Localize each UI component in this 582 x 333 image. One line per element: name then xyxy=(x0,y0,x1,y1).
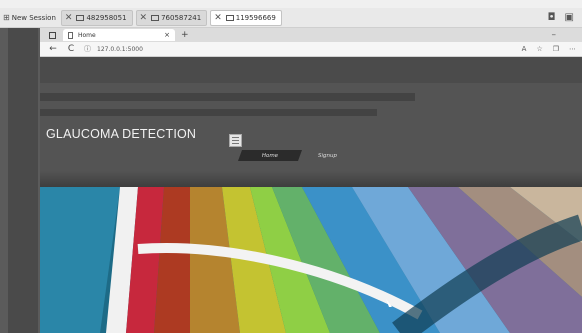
read-aloud-icon[interactable]: A xyxy=(522,45,527,53)
new-tab-button[interactable]: + xyxy=(181,30,189,40)
new-session-button[interactable]: ⊞ New Session xyxy=(0,8,61,28)
session-tab-strip: ⊞ New Session ✕ 482958051 ✕ 760587241 ✕ … xyxy=(0,8,582,28)
header-band xyxy=(40,57,582,83)
grid-icon[interactable]: ▣ xyxy=(565,12,574,23)
page-icon xyxy=(68,31,73,39)
site-title: GLAUCOMA DETECTION xyxy=(46,127,197,141)
reload-button[interactable]: C xyxy=(66,44,76,54)
url-input[interactable]: ⓘ 127.0.0.1:5000 xyxy=(84,44,494,55)
nav-home-label: Home xyxy=(261,152,279,159)
session-controls: ◘ ▣ xyxy=(539,12,582,23)
windows-icon: ⊞ xyxy=(3,13,10,22)
website: GLAUCOMA DETECTION Home Signup xyxy=(40,57,582,333)
back-button[interactable]: ← xyxy=(48,44,58,54)
browser-tab-strip: Home × + – xyxy=(40,28,582,42)
monitor-icon xyxy=(151,14,160,21)
monitor-icon xyxy=(225,14,234,21)
browser-tab-home[interactable]: Home × xyxy=(63,29,175,41)
decorative-stripe xyxy=(40,109,377,116)
nav-home[interactable]: Home xyxy=(237,150,303,161)
close-icon[interactable]: ✕ xyxy=(65,13,73,23)
new-session-label: New Session xyxy=(11,13,56,22)
header-fade xyxy=(40,171,582,187)
banner-image xyxy=(40,187,582,333)
close-tab-icon[interactable]: × xyxy=(164,31,170,39)
decorative-stripe xyxy=(40,93,415,101)
favorites-icon[interactable]: ☆ xyxy=(536,45,542,53)
minimize-button[interactable]: – xyxy=(552,30,557,40)
nav-signup[interactable]: Signup xyxy=(318,150,337,161)
remote-desktop: ⊞ New Session ✕ 482958051 ✕ 760587241 ✕ … xyxy=(0,0,582,333)
close-icon[interactable]: ✕ xyxy=(214,13,222,23)
menu-icon[interactable]: ⋯ xyxy=(569,45,576,53)
tab-actions-icon[interactable] xyxy=(49,31,56,39)
url-text: 127.0.0.1:5000 xyxy=(97,45,143,53)
info-icon[interactable]: ⓘ xyxy=(84,44,91,54)
session-tab-label: 482958051 xyxy=(86,13,127,22)
pin-icon[interactable]: ◘ xyxy=(548,12,556,23)
close-icon[interactable]: ✕ xyxy=(140,13,148,23)
browser-tab-title: Home xyxy=(78,31,96,39)
main-nav: Home Signup xyxy=(237,150,337,161)
session-tab-label: 119596669 xyxy=(235,13,276,22)
monitor-icon xyxy=(76,14,85,21)
address-bar-actions: A ☆ ❐ ⋯ xyxy=(512,45,582,53)
hamburger-menu-icon[interactable] xyxy=(229,134,242,147)
session-tab-3[interactable]: ✕ 119596669 xyxy=(210,9,282,26)
desktop-gutter-inner xyxy=(8,28,38,333)
session-tab-label: 760587241 xyxy=(161,13,202,22)
color-swatch-fan-image xyxy=(40,187,582,333)
session-tab-2[interactable]: ✕ 760587241 xyxy=(135,9,208,26)
address-bar: ← C ⓘ 127.0.0.1:5000 A ☆ ❐ ⋯ xyxy=(40,42,582,57)
collections-icon[interactable]: ❐ xyxy=(553,45,559,53)
session-tab-1[interactable]: ✕ 482958051 xyxy=(60,9,133,26)
